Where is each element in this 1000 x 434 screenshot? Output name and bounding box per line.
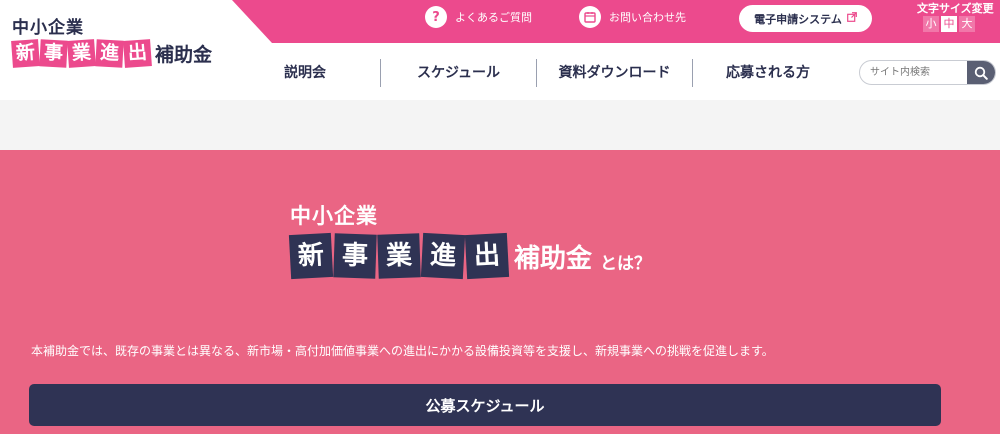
hero-subtitle: 中小企業	[290, 204, 378, 228]
font-size-large-button[interactable]: 大	[959, 16, 975, 32]
main-nav: 説明会 スケジュール 資料ダウンロード 応募される方	[230, 59, 843, 87]
faq-label: よくあるご質問	[455, 11, 532, 24]
search-icon	[974, 66, 988, 80]
logo-tile: 出	[123, 39, 152, 68]
logo-tile: 新	[11, 39, 40, 68]
contact-label: お問い合わせ先	[609, 11, 686, 24]
system-label: 電子申請システム	[754, 12, 842, 26]
hero-title-tile: 新	[288, 232, 334, 280]
schedule-button[interactable]: 公募スケジュール	[29, 384, 941, 426]
font-size-small-button[interactable]: 小	[923, 16, 939, 32]
calendar-contact-icon	[579, 6, 601, 28]
nav-item-briefing[interactable]: 説明会	[230, 59, 380, 87]
faq-link[interactable]: ? よくあるご質問	[425, 6, 532, 28]
hero-description: 本補助金では、既存の事業とは異なる、新市場・高付加価値事業への進出にかかる設備投…	[31, 344, 774, 358]
logo-tail: 補助金	[155, 44, 213, 66]
site-logo[interactable]: 中小企業 新 事 業 進 出 補助金	[11, 13, 213, 68]
font-size-medium-button[interactable]: 中	[941, 16, 957, 32]
nav-item-applicants[interactable]: 応募される方	[693, 59, 843, 87]
hero-title-suffix: とは？	[600, 253, 652, 274]
hero-title-tile: 出	[464, 232, 510, 280]
hero-title-tile: 業	[377, 233, 421, 279]
search-button[interactable]	[967, 61, 995, 84]
logo-tile: 業	[67, 39, 96, 68]
hero-title: 新 事 業 進 出 補助金 とは？	[288, 232, 652, 280]
nav-item-schedule[interactable]: スケジュール	[381, 59, 536, 87]
hero-title-tail: 補助金	[514, 243, 593, 274]
font-size-label: 文字サイズ変更	[917, 2, 994, 15]
external-link-icon	[846, 12, 857, 25]
logo-tile: 事	[39, 39, 68, 68]
site-header: 中小企業 新 事 業 進 出 補助金 ? よくあるご質問 お問い合わせ先 電子申…	[0, 0, 1000, 100]
site-search	[859, 60, 996, 85]
hero-title-tile: 進	[420, 232, 466, 280]
contact-link[interactable]: お問い合わせ先	[579, 6, 686, 28]
nav-item-downloads[interactable]: 資料ダウンロード	[537, 59, 692, 87]
search-input[interactable]	[860, 61, 967, 84]
logo-title: 新 事 業 進 出 補助金	[11, 39, 213, 68]
hero-section: 中小企業 新 事 業 進 出 補助金 とは？ 本補助金では、既存の事業とは異なる…	[0, 150, 1000, 434]
logo-tile: 進	[95, 39, 124, 68]
font-size-switcher: 小 中 大	[923, 16, 977, 32]
logo-subtitle: 中小企業	[12, 18, 84, 38]
question-icon: ?	[425, 6, 447, 28]
breadcrumb-area	[0, 100, 1000, 150]
e-application-system-button[interactable]: 電子申請システム	[739, 5, 872, 32]
hero-title-tile: 事	[333, 233, 377, 279]
